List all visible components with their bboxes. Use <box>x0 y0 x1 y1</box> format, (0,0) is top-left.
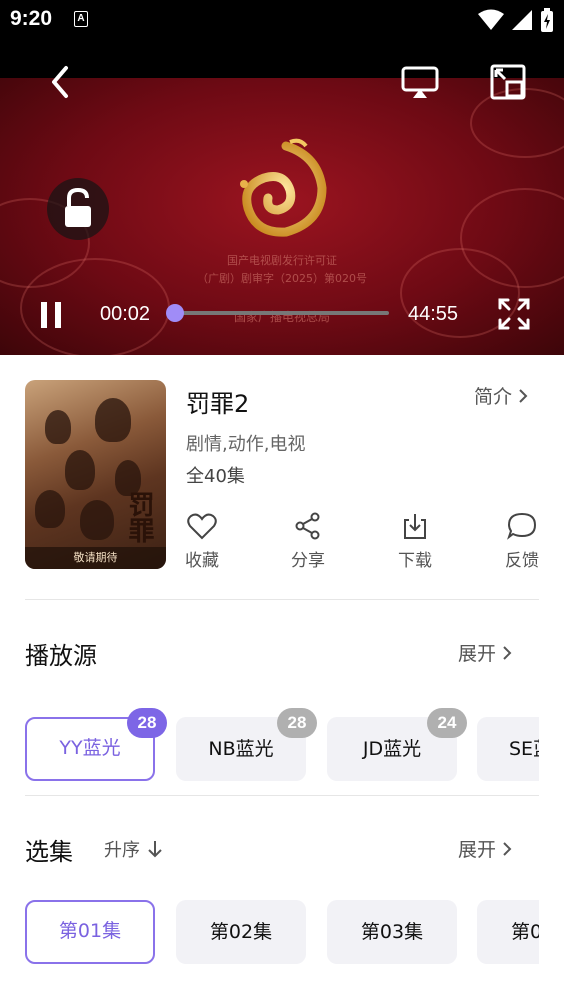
pip-button[interactable] <box>490 64 526 100</box>
source-count-badge: 24 <box>427 708 467 738</box>
unlock-icon <box>65 187 91 227</box>
download-label: 下载 <box>398 551 432 571</box>
cast-button[interactable] <box>400 66 440 100</box>
source-chip-se[interactable]: SE蓝光 <box>477 717 539 781</box>
favorite-label: 收藏 <box>185 551 219 571</box>
action-bar: 收藏 分享 下载 反馈 <box>0 512 564 582</box>
video-player[interactable]: 国产电视剧发行许可证 （广剧）剧审字（2025）第020号 国家广播电视总局 0… <box>0 40 564 355</box>
source-label: YY蓝光 <box>59 737 121 759</box>
episode-chip[interactable]: 第04集 <box>477 900 539 964</box>
episode-chip[interactable]: 第03集 <box>327 900 457 964</box>
favorite-button[interactable]: 收藏 <box>172 512 232 571</box>
episodes-expand-label: 展开 <box>458 839 497 861</box>
current-time: 00:02 <box>100 303 151 325</box>
feedback-icon <box>507 512 537 540</box>
license-line-1: 国产电视剧发行许可证 <box>227 254 337 267</box>
heart-icon <box>187 513 217 540</box>
chevron-right-icon <box>503 841 512 856</box>
sources-expand-label: 展开 <box>458 643 497 665</box>
episode-chip[interactable]: 第01集 <box>25 900 155 964</box>
episodes-expand-button[interactable]: 展开 <box>458 835 512 862</box>
progress-handle[interactable] <box>166 304 184 322</box>
license-line-2: （广剧）剧审字（2025）第020号 <box>197 272 367 285</box>
lock-button[interactable] <box>47 178 109 240</box>
intro-button[interactable]: 简介 <box>474 382 528 409</box>
fullscreen-button[interactable] <box>497 297 531 331</box>
episode-count: 全40集 <box>186 466 245 487</box>
back-button[interactable] <box>44 62 80 102</box>
sources-expand-button[interactable]: 展开 <box>458 639 512 666</box>
show-genre: 剧情,动作,电视 <box>186 434 306 455</box>
status-bar: 9:20 A <box>0 0 564 40</box>
share-button[interactable]: 分享 <box>278 512 338 571</box>
source-label: JD蓝光 <box>362 738 422 760</box>
battery-icon <box>541 8 553 32</box>
broadcast-logo <box>240 138 327 237</box>
notification-icon: A <box>74 11 88 27</box>
sources-list: YY蓝光 NB蓝光 JD蓝光 SE蓝光 28 28 24 <box>25 707 539 787</box>
total-time: 44:55 <box>408 303 459 325</box>
feedback-label: 反馈 <box>505 551 539 571</box>
episodes-title: 选集 <box>25 838 73 866</box>
progress-bar[interactable] <box>166 304 389 322</box>
show-title: 罚罪2 <box>186 390 250 418</box>
episode-label: 第04集 <box>511 921 539 943</box>
status-time: 9:20 <box>10 7 53 30</box>
source-label: NB蓝光 <box>208 738 274 760</box>
arrow-down-icon <box>148 841 162 858</box>
source-label: SE蓝光 <box>509 738 539 760</box>
episode-label: 第03集 <box>360 921 424 943</box>
divider <box>25 599 539 600</box>
sort-label: 升序 <box>104 840 140 861</box>
share-icon <box>295 512 320 540</box>
episodes-list: 第01集 第02集 第03集 第04集 <box>25 900 539 966</box>
sources-title: 播放源 <box>25 642 97 670</box>
divider <box>25 795 539 796</box>
download-icon <box>404 514 426 539</box>
episode-label: 第02集 <box>209 921 273 943</box>
chevron-right-icon <box>519 388 528 403</box>
source-count-badge: 28 <box>127 708 167 738</box>
intro-label: 简介 <box>474 386 513 408</box>
sort-button[interactable]: 升序 <box>104 836 162 862</box>
feedback-button[interactable]: 反馈 <box>492 512 552 571</box>
wifi-icon <box>478 9 504 30</box>
episode-chip[interactable]: 第02集 <box>176 900 306 964</box>
episode-label: 第01集 <box>58 920 122 942</box>
signal-icon <box>512 10 532 30</box>
pause-button[interactable] <box>36 298 66 332</box>
download-button[interactable]: 下载 <box>385 512 445 571</box>
chevron-right-icon <box>503 645 512 660</box>
source-count-badge: 28 <box>277 708 317 738</box>
share-label: 分享 <box>291 551 325 571</box>
